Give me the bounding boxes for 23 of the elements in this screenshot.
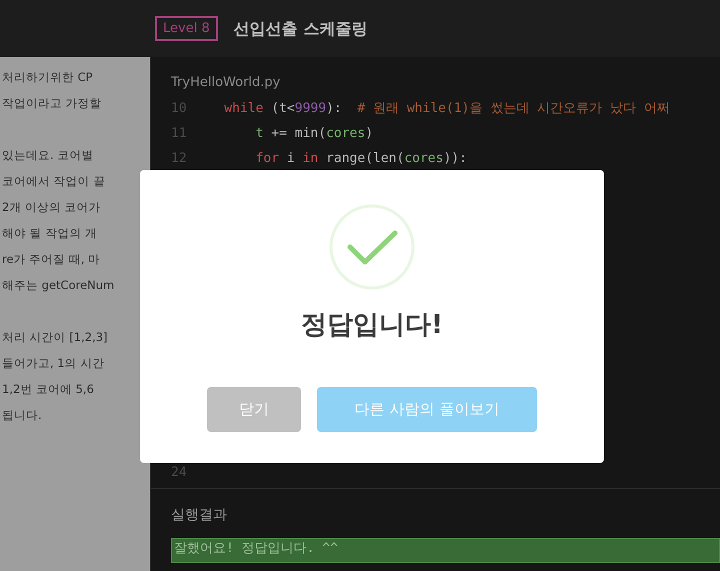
description-text: 2개 이상의 코어가 [2, 200, 101, 214]
description-text: re가 주어질 때, 마 [2, 252, 100, 266]
view-solutions-button[interactable]: 다른 사람의 풀이보기 [317, 387, 537, 432]
description-text: 들어가고, 1의 시간 [2, 356, 104, 370]
description-text: 코어에서 작업이 끝 [2, 174, 106, 188]
file-tab[interactable]: TryHelloWorld.py [151, 57, 720, 98]
code-line: while (t<9999): # 원래 while(1)을 썼는데 시간오류가 났다 어쩌 [224, 100, 670, 116]
code-line: t += min(cores) [256, 126, 374, 140]
description-text: 작업이라고 가정할 [2, 96, 102, 110]
check-icon [329, 204, 415, 290]
code-line: for i in range(len(cores)): [256, 150, 467, 166]
description-text: 해야 될 작업의 개 [2, 226, 97, 240]
description-text: 처리하기위한 CP [2, 70, 93, 84]
problem-title: 선입선출 스케줄링 [234, 18, 368, 40]
description-text: 1,2번 코어에 5,6 [2, 382, 94, 396]
result-output: 잘했어요! 정답입니다. ^^ [171, 538, 720, 563]
description-text: 있는데요. 코어별 [2, 148, 94, 162]
level-badge: Level 8 [155, 16, 218, 42]
description-text: 해주는 getCoreNum [2, 278, 114, 292]
description-text: 처리 시간이 [1,2,3] [2, 330, 108, 344]
description-text: 됩니다. [2, 408, 42, 422]
dialog-title: 정답입니다! [301, 309, 443, 342]
close-button[interactable]: 닫기 [207, 387, 301, 432]
